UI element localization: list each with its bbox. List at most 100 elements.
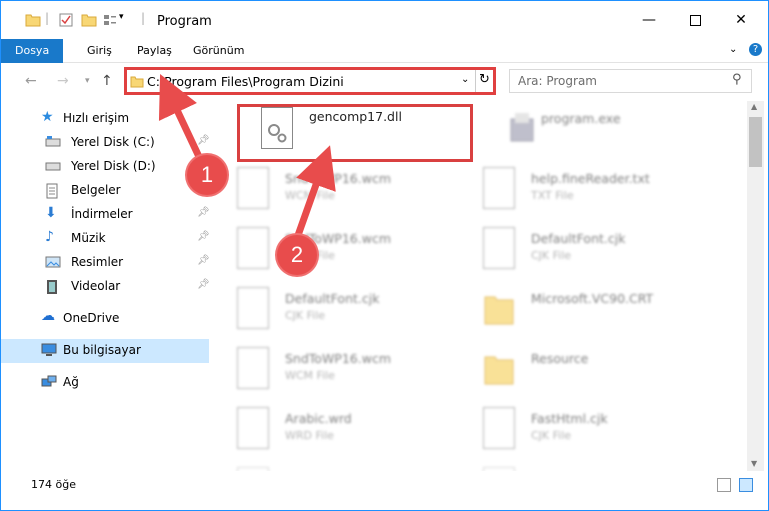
file-item[interactable]: Arabic.wrd WRD File <box>213 405 453 463</box>
back-arrow-icon[interactable]: ← <box>25 73 37 89</box>
file-type: CJK File <box>531 429 572 442</box>
file-name: Resource <box>531 351 589 366</box>
file-type: WCM File <box>285 369 335 382</box>
scroll-thumb[interactable] <box>749 117 762 167</box>
sidebar-item-onedrive[interactable]: ☁ OneDrive <box>1 307 213 331</box>
file-icon <box>237 467 269 471</box>
download-icon: ⬇ <box>45 205 57 221</box>
scroll-down-icon[interactable]: ▼ <box>751 459 757 468</box>
separator-icon: | <box>45 11 50 25</box>
file-type: WCM File <box>285 189 335 202</box>
customize-toolbar-icon[interactable]: ▾ <box>119 12 124 22</box>
status-bar: 174 öğe <box>1 475 768 497</box>
file-icon <box>483 407 515 449</box>
music-icon: ♪ <box>45 229 54 245</box>
file-icon <box>483 167 515 209</box>
file-icon <box>483 467 515 471</box>
address-path: C:\Program Files\Program Dizini <box>147 74 344 89</box>
pin-icon[interactable]: 📌︎ <box>197 135 210 146</box>
file-item[interactable]: SndToWP16.wcm WCM File <box>213 225 453 283</box>
file-item[interactable]: SndToWP16.wcm WCM File <box>213 345 453 403</box>
scroll-up-icon[interactable]: ▲ <box>751 102 757 111</box>
file-icon <box>237 167 269 209</box>
recent-locations-icon[interactable]: ▾ <box>85 76 90 86</box>
pin-icon[interactable]: 📌︎ <box>197 231 210 242</box>
file-item[interactable]: DefaultFont.cjk CJK File <box>213 285 453 343</box>
sidebar-item-pictures[interactable]: Resimler 📌︎ <box>1 251 213 275</box>
help-icon[interactable]: ? <box>749 43 762 56</box>
file-type: CJK File <box>531 249 572 262</box>
sidebar-item-drive-d[interactable]: Yerel Disk (D:) <box>1 155 213 179</box>
properties-icon[interactable] <box>59 13 73 27</box>
pin-icon[interactable]: 📌︎ <box>197 279 210 290</box>
address-dropdown-icon[interactable]: ⌄ <box>461 74 469 85</box>
file-item[interactable] <box>459 465 699 471</box>
search-icon[interactable]: ⚲ <box>732 72 742 87</box>
details-view-icon[interactable] <box>717 478 731 492</box>
sidebar-item-downloads[interactable]: ⬇ İndirmeler 📌︎ <box>1 203 213 227</box>
file-item[interactable]: help.fineReader.txt TXT File <box>459 165 699 223</box>
ribbon-tabs: Dosya Giriş Paylaş Görünüm ⌄ ? <box>1 39 768 63</box>
file-icon <box>237 227 269 269</box>
sidebar-item-this-pc[interactable]: Bu bilgisayar <box>1 339 209 363</box>
new-folder-icon[interactable] <box>81 13 97 27</box>
close-icon: ✕ <box>735 12 747 28</box>
file-item[interactable]: SndToWP16.wcm WCM File <box>213 165 453 223</box>
chevron-down-icon[interactable]: ⌄ <box>729 44 737 55</box>
minimize-button[interactable]: — <box>626 1 672 39</box>
title-bar: | ▾ | Program — ✕ <box>1 1 768 39</box>
file-name: SndToWP16.wcm <box>285 351 391 366</box>
callout-step-2: 2 <box>277 235 317 275</box>
forward-arrow-icon[interactable]: → <box>57 73 69 89</box>
file-name: DefaultFont.cjk <box>531 231 626 246</box>
view-options-icon[interactable] <box>103 13 117 27</box>
pin-icon[interactable]: 📌︎ <box>197 255 210 266</box>
refresh-icon[interactable]: ↻ <box>479 72 490 87</box>
file-icon <box>237 407 269 449</box>
videos-icon <box>45 279 61 295</box>
folder-item[interactable]: Microsoft.VC90.CRT <box>459 285 699 343</box>
file-name: Microsoft.VC90.CRT <box>531 291 654 306</box>
search-box[interactable]: Ara: Program ⚲ <box>509 69 752 93</box>
tab-share[interactable]: Paylaş <box>127 39 182 63</box>
close-button[interactable]: ✕ <box>718 1 764 39</box>
folder-icon[interactable] <box>25 13 41 27</box>
minimize-icon: — <box>642 12 656 28</box>
sidebar-item-drive-c[interactable]: Yerel Disk (C:) 📌︎ <box>1 131 213 155</box>
file-item-program-exe[interactable]: program.exe <box>483 105 723 163</box>
file-name: FastHtml.cjk <box>531 411 608 426</box>
maximize-button[interactable] <box>672 1 718 39</box>
large-icons-view-icon[interactable] <box>739 478 753 492</box>
tab-home[interactable]: Giriş <box>77 39 122 63</box>
up-arrow-icon[interactable]: ↑ <box>101 73 113 89</box>
file-item[interactable] <box>213 465 453 471</box>
separator-icon: | <box>141 11 146 25</box>
sidebar-item-videos[interactable]: Videolar 📌︎ <box>1 275 213 299</box>
sidebar-item-documents[interactable]: Belgeler 📌︎ <box>1 179 213 203</box>
search-placeholder: Ara: Program <box>518 74 597 88</box>
file-highlight-box <box>237 104 473 162</box>
sidebar-item-music[interactable]: ♪ Müzik 📌︎ <box>1 227 213 251</box>
file-name: DefaultFont.cjk <box>285 291 380 306</box>
window-title: Program <box>157 14 212 29</box>
address-bar[interactable]: C:\Program Files\Program Dizini ⌄ ↻ <box>124 67 496 95</box>
network-icon <box>41 375 57 391</box>
folder-icon <box>483 287 515 329</box>
tab-view[interactable]: Görünüm <box>183 39 254 63</box>
navigation-pane: ★ Hızlı erişim Yerel Disk (C:) 📌︎ Yerel … <box>1 101 213 471</box>
address-row: ← → ▾ ↑ C:\Program Files\Program Dizini … <box>1 63 768 99</box>
folder-item[interactable]: Resource <box>459 345 699 403</box>
tab-file[interactable]: Dosya <box>1 39 64 63</box>
sidebar-item-quick-access[interactable]: ★ Hızlı erişim <box>1 107 213 131</box>
file-icon <box>237 287 269 329</box>
sidebar-item-network[interactable]: Ağ <box>1 371 213 395</box>
exe-file-icon <box>507 107 539 149</box>
vertical-scrollbar[interactable]: ▲ ▼ <box>747 101 764 471</box>
file-item[interactable]: DefaultFont.cjk CJK File <box>459 225 699 283</box>
file-name: program.exe <box>541 111 621 126</box>
explorer-window: | ▾ | Program — ✕ Dosya Giriş Paylaş Gör… <box>0 0 769 511</box>
pin-icon[interactable]: 📌︎ <box>197 207 210 218</box>
file-item[interactable]: FastHtml.cjk CJK File <box>459 405 699 463</box>
pictures-icon <box>45 255 61 271</box>
drive-icon <box>45 135 61 151</box>
